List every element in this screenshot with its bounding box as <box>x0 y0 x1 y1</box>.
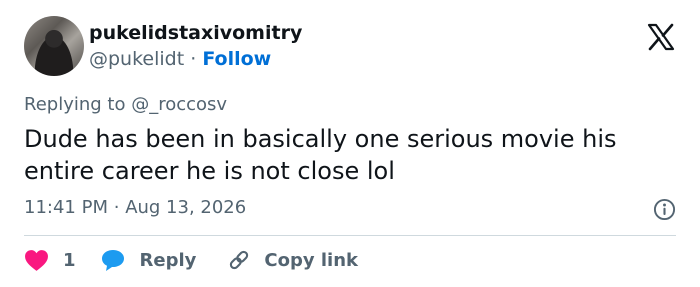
avatar[interactable] <box>24 16 84 76</box>
link-icon <box>230 250 249 270</box>
tweet-time: 11:41 PM <box>24 197 108 218</box>
like-button[interactable]: 1 <box>24 249 76 272</box>
copy-link-button[interactable]: Copy link <box>226 248 358 272</box>
heart-icon <box>25 249 48 271</box>
tweet-date: Aug 13, 2026 <box>125 197 247 218</box>
x-logo-icon[interactable] <box>646 22 676 52</box>
reply-button[interactable]: Reply <box>100 248 197 272</box>
reply-mention-link[interactable]: @_roccosv <box>131 94 227 115</box>
divider <box>24 235 676 236</box>
author-handle-row: @pukelidt · Follow <box>89 48 271 70</box>
reply-label: Reply <box>139 249 197 271</box>
handle-separator: · <box>190 48 197 70</box>
follow-button[interactable]: Follow <box>202 48 271 70</box>
reply-context: Replying to @_roccosv <box>24 94 227 115</box>
like-count: 1 <box>63 249 76 271</box>
tweet-text: Dude has been in basically one serious m… <box>24 125 617 185</box>
action-bar: 1 Reply Copy link <box>24 247 358 273</box>
author-handle[interactable]: @pukelidt <box>89 48 184 70</box>
tweet-timestamp[interactable]: 11:41 PM · Aug 13, 2026 <box>24 197 246 218</box>
reply-context-prefix: Replying to <box>24 94 126 115</box>
timestamp-separator: · <box>113 197 120 218</box>
reply-bubble-icon <box>101 250 124 271</box>
info-icon[interactable] <box>653 198 676 221</box>
copy-link-label: Copy link <box>264 249 358 271</box>
author-display-name[interactable]: pukelidstaxivomitry <box>89 22 302 44</box>
